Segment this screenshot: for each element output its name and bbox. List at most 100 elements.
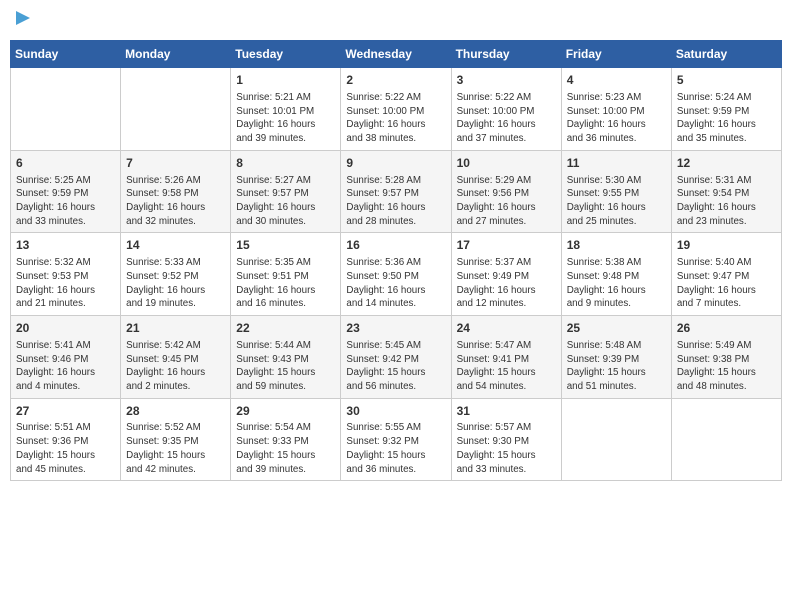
day-info: Sunrise: 5:35 AM Sunset: 9:51 PM Dayligh… [236,256,335,311]
calendar-cell: 24 Sunrise: 5:47 AM Sunset: 9:41 PM Dayli… [451,316,561,399]
calendar-cell: 21 Sunrise: 5:42 AM Sunset: 9:45 PM Dayli… [121,316,231,399]
calendar-table: SundayMondayTuesdayWednesdayThursdayFrid… [10,40,782,481]
day-number: 17 [457,237,556,254]
calendar-cell: 10 Sunrise: 5:29 AM Sunset: 9:56 PM Dayli… [451,150,561,233]
day-number: 22 [236,320,335,337]
day-info: Sunrise: 5:22 AM Sunset: 10:00 PM Daylig… [346,91,445,146]
day-info: Sunrise: 5:21 AM Sunset: 10:01 PM Daylig… [236,91,335,146]
day-number: 14 [126,237,225,254]
day-info: Sunrise: 5:55 AM Sunset: 9:32 PM Dayligh… [346,421,445,476]
week-row-4: 20 Sunrise: 5:41 AM Sunset: 9:46 PM Dayli… [11,316,782,399]
calendar-cell: 18 Sunrise: 5:38 AM Sunset: 9:48 PM Dayli… [561,233,671,316]
calendar-cell: 25Sunrise: 5:48 AM Sunset: 9:39 PM Dayli… [561,316,671,399]
day-number: 16 [346,237,445,254]
day-info: Sunrise: 5:44 AM Sunset: 9:43 PM Dayligh… [236,339,335,394]
day-info: Sunrise: 5:37 AM Sunset: 9:49 PM Dayligh… [457,256,556,311]
day-number: 13 [16,237,115,254]
day-number: 9 [346,155,445,172]
day-number: 15 [236,237,335,254]
page-header [10,10,782,34]
calendar-cell: 31Sunrise: 5:57 AM Sunset: 9:30 PM Dayli… [451,398,561,481]
day-info: Sunrise: 5:40 AM Sunset: 9:47 PM Dayligh… [677,256,776,311]
day-number: 4 [567,72,666,89]
calendar-cell: 11 Sunrise: 5:30 AM Sunset: 9:55 PM Dayli… [561,150,671,233]
day-number: 30 [346,403,445,420]
day-number: 18 [567,237,666,254]
day-info: Sunrise: 5:26 AM Sunset: 9:58 PM Dayligh… [126,174,225,229]
calendar-cell: 14 Sunrise: 5:33 AM Sunset: 9:52 PM Dayli… [121,233,231,316]
day-header-friday: Friday [561,41,671,68]
day-number: 1 [236,72,335,89]
day-header-wednesday: Wednesday [341,41,451,68]
day-info: Sunrise: 5:31 AM Sunset: 9:54 PM Dayligh… [677,174,776,229]
calendar-cell: 13 Sunrise: 5:32 AM Sunset: 9:53 PM Dayli… [11,233,121,316]
day-info: Sunrise: 5:38 AM Sunset: 9:48 PM Dayligh… [567,256,666,311]
day-info: Sunrise: 5:22 AM Sunset: 10:00 PM Daylig… [457,91,556,146]
day-info: Sunrise: 5:42 AM Sunset: 9:45 PM Dayligh… [126,339,225,394]
day-info: Sunrise: 5:29 AM Sunset: 9:56 PM Dayligh… [457,174,556,229]
calendar-cell: 26Sunrise: 5:49 AM Sunset: 9:38 PM Dayli… [671,316,781,399]
calendar-cell [11,68,121,151]
calendar-cell [121,68,231,151]
week-row-5: 27Sunrise: 5:51 AM Sunset: 9:36 PM Dayli… [11,398,782,481]
day-info: Sunrise: 5:47 AM Sunset: 9:41 PM Dayligh… [457,339,556,394]
day-info: Sunrise: 5:24 AM Sunset: 9:59 PM Dayligh… [677,91,776,146]
calendar-cell [671,398,781,481]
day-number: 6 [16,155,115,172]
calendar-cell: 28Sunrise: 5:52 AM Sunset: 9:35 PM Dayli… [121,398,231,481]
day-info: Sunrise: 5:48 AM Sunset: 9:39 PM Dayligh… [567,339,666,394]
day-number: 27 [16,403,115,420]
day-info: Sunrise: 5:54 AM Sunset: 9:33 PM Dayligh… [236,421,335,476]
week-row-3: 13 Sunrise: 5:32 AM Sunset: 9:53 PM Dayli… [11,233,782,316]
day-number: 10 [457,155,556,172]
day-info: Sunrise: 5:23 AM Sunset: 10:00 PM Daylig… [567,91,666,146]
day-info: Sunrise: 5:45 AM Sunset: 9:42 PM Dayligh… [346,339,445,394]
day-info: Sunrise: 5:32 AM Sunset: 9:53 PM Dayligh… [16,256,115,311]
day-number: 11 [567,155,666,172]
day-number: 5 [677,72,776,89]
day-number: 3 [457,72,556,89]
day-number: 29 [236,403,335,420]
calendar-cell: 30Sunrise: 5:55 AM Sunset: 9:32 PM Dayli… [341,398,451,481]
day-info: Sunrise: 5:36 AM Sunset: 9:50 PM Dayligh… [346,256,445,311]
day-number: 28 [126,403,225,420]
day-info: Sunrise: 5:41 AM Sunset: 9:46 PM Dayligh… [16,339,115,394]
calendar-cell: 9 Sunrise: 5:28 AM Sunset: 9:57 PM Daylig… [341,150,451,233]
calendar-cell: 15 Sunrise: 5:35 AM Sunset: 9:51 PM Dayli… [231,233,341,316]
calendar-cell [561,398,671,481]
calendar-cell: 27Sunrise: 5:51 AM Sunset: 9:36 PM Dayli… [11,398,121,481]
calendar-cell: 23 Sunrise: 5:45 AM Sunset: 9:42 PM Dayli… [341,316,451,399]
calendar-cell: 4 Sunrise: 5:23 AM Sunset: 10:00 PM Dayli… [561,68,671,151]
day-info: Sunrise: 5:28 AM Sunset: 9:57 PM Dayligh… [346,174,445,229]
day-info: Sunrise: 5:33 AM Sunset: 9:52 PM Dayligh… [126,256,225,311]
day-info: Sunrise: 5:57 AM Sunset: 9:30 PM Dayligh… [457,421,556,476]
calendar-cell: 12Sunrise: 5:31 AM Sunset: 9:54 PM Dayli… [671,150,781,233]
day-number: 24 [457,320,556,337]
day-number: 19 [677,237,776,254]
calendar-cell: 19 Sunrise: 5:40 AM Sunset: 9:47 PM Dayli… [671,233,781,316]
day-header-sunday: Sunday [11,41,121,68]
calendar-header-row: SundayMondayTuesdayWednesdayThursdayFrid… [11,41,782,68]
calendar-cell: 8 Sunrise: 5:27 AM Sunset: 9:57 PM Daylig… [231,150,341,233]
day-number: 23 [346,320,445,337]
day-info: Sunrise: 5:51 AM Sunset: 9:36 PM Dayligh… [16,421,115,476]
day-header-tuesday: Tuesday [231,41,341,68]
week-row-1: 1 Sunrise: 5:21 AM Sunset: 10:01 PM Dayli… [11,68,782,151]
day-info: Sunrise: 5:49 AM Sunset: 9:38 PM Dayligh… [677,339,776,394]
day-info: Sunrise: 5:30 AM Sunset: 9:55 PM Dayligh… [567,174,666,229]
day-number: 8 [236,155,335,172]
day-number: 21 [126,320,225,337]
calendar-cell: 22 Sunrise: 5:44 AM Sunset: 9:43 PM Dayli… [231,316,341,399]
day-number: 20 [16,320,115,337]
logo-arrow-icon [12,7,34,29]
calendar-cell: 3 Sunrise: 5:22 AM Sunset: 10:00 PM Dayli… [451,68,561,151]
calendar-cell: 16 Sunrise: 5:36 AM Sunset: 9:50 PM Dayli… [341,233,451,316]
calendar-cell: 5 Sunrise: 5:24 AM Sunset: 9:59 PM Daylig… [671,68,781,151]
calendar-cell: 1 Sunrise: 5:21 AM Sunset: 10:01 PM Dayli… [231,68,341,151]
day-info: Sunrise: 5:27 AM Sunset: 9:57 PM Dayligh… [236,174,335,229]
logo [10,10,34,34]
calendar-cell: 6 Sunrise: 5:25 AM Sunset: 9:59 PM Daylig… [11,150,121,233]
calendar-cell: 17 Sunrise: 5:37 AM Sunset: 9:49 PM Dayli… [451,233,561,316]
day-info: Sunrise: 5:25 AM Sunset: 9:59 PM Dayligh… [16,174,115,229]
day-header-saturday: Saturday [671,41,781,68]
